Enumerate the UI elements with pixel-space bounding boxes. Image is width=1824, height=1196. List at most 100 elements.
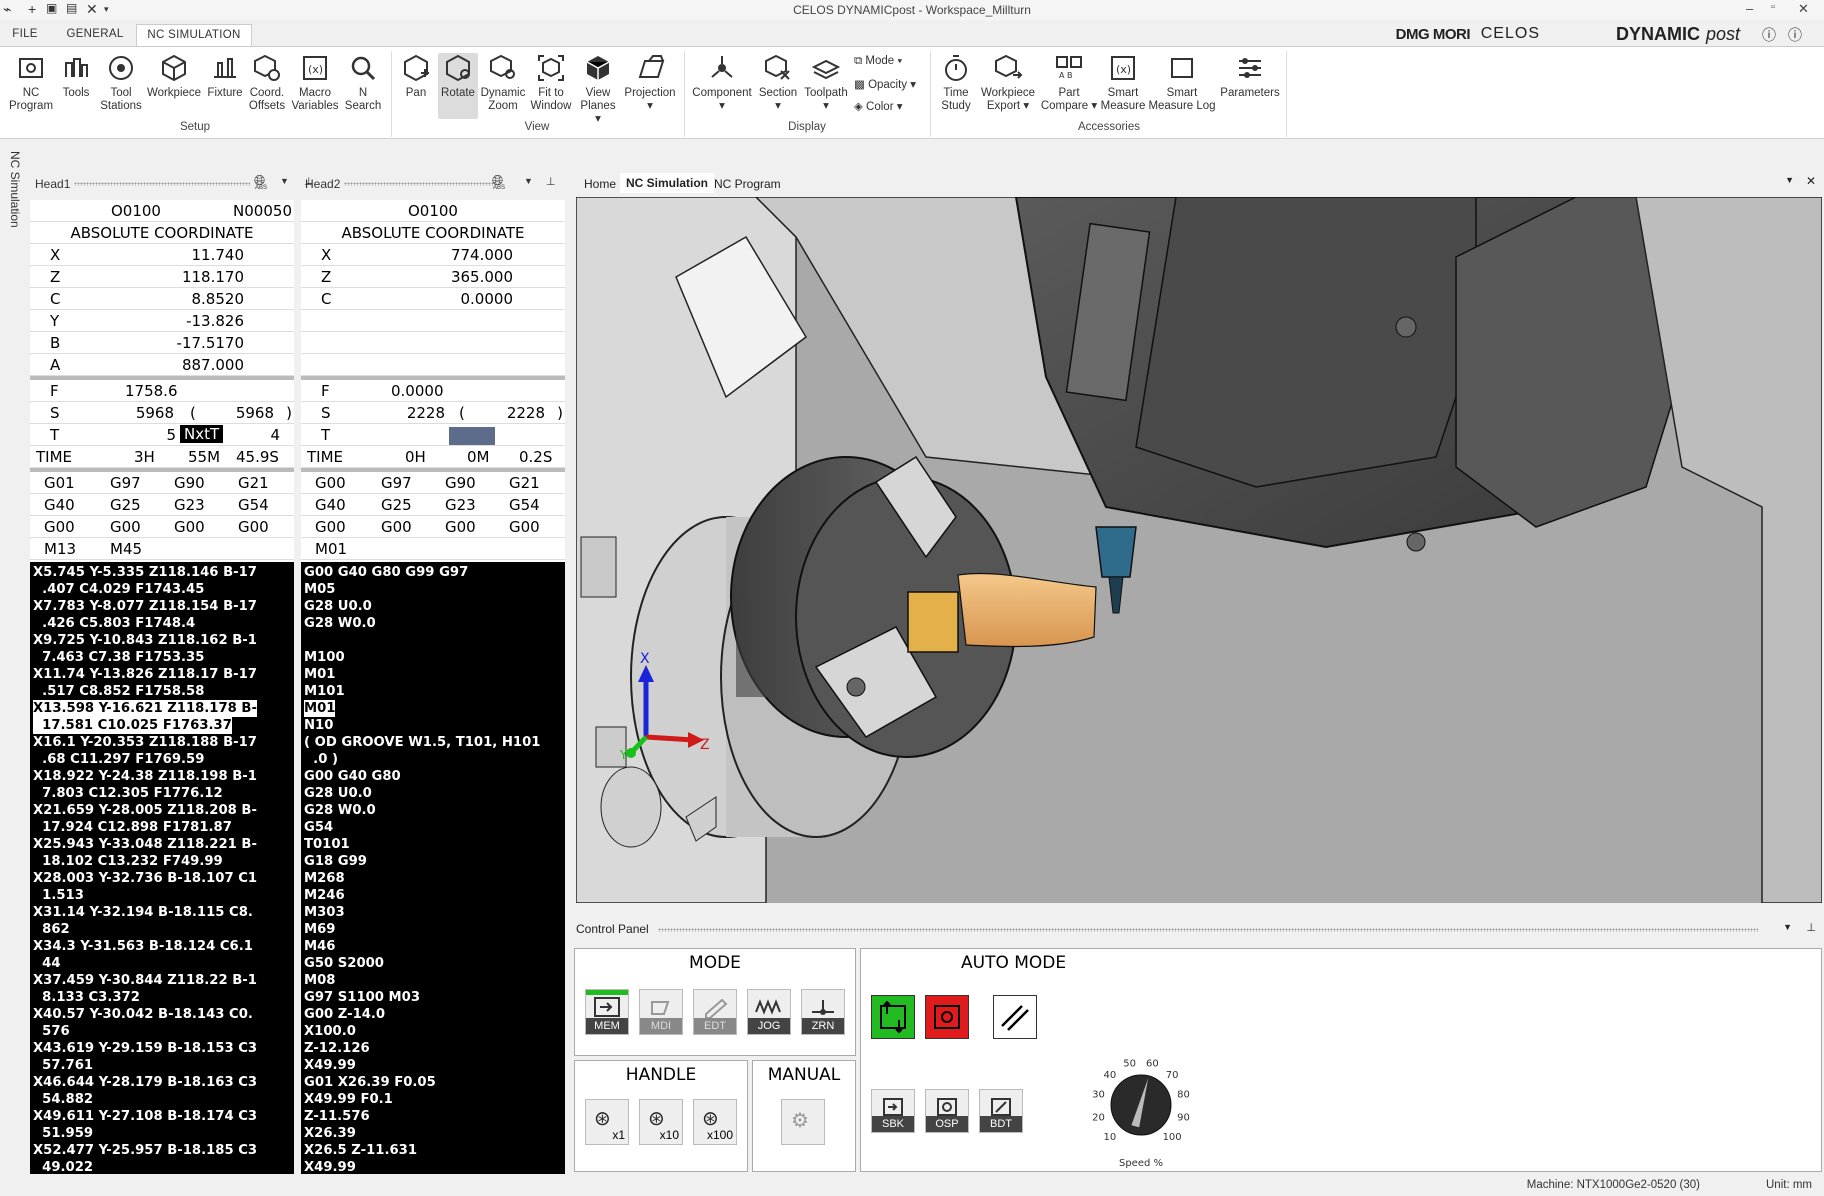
fixture-label: Fixture: [207, 87, 243, 99]
code-line-text: .517 C8.852 F1758.58: [33, 684, 205, 699]
n-search-button[interactable]: N Search: [342, 53, 384, 113]
osp-button[interactable]: OSP: [925, 1089, 969, 1133]
simulation-viewport[interactable]: X Z Y: [576, 197, 1822, 903]
gcode: G97: [381, 474, 412, 492]
code-line-text: M268: [304, 871, 345, 886]
help-icon[interactable]: ⓘ: [1762, 25, 1776, 45]
handle-x10-button[interactable]: ⊛ x10: [639, 1099, 683, 1145]
pin-icon[interactable]: ⊥: [546, 175, 556, 188]
workpiece-button[interactable]: Workpiece: [146, 53, 202, 100]
code-line-text: T0101: [304, 837, 350, 852]
mode-zrn-button[interactable]: ZRN: [801, 989, 845, 1035]
time-study-button[interactable]: Time Study: [936, 53, 976, 113]
code-line-text: 862: [33, 922, 70, 937]
tool-stations-icon: [109, 56, 133, 80]
tab-nc-simulation-view[interactable]: NC Simulation: [620, 173, 715, 193]
chevron-down-icon[interactable]: ▼: [280, 176, 289, 186]
mode-mdi-button[interactable]: MDI: [639, 989, 683, 1035]
rotate-button[interactable]: Rotate: [438, 53, 478, 119]
code-line-text: X21.659 Y-28.005 Z118.208 B-: [33, 803, 257, 818]
toolpath-button[interactable]: Toolpath ▾: [802, 53, 850, 113]
dial-tick-label: 80: [1177, 1090, 1190, 1101]
opacity-dropdown[interactable]: ▩ Opacity ▾: [854, 77, 916, 91]
handle-x100-button[interactable]: ⊛ x100: [693, 1099, 737, 1145]
restore-icon[interactable]: ▫: [1771, 1, 1775, 13]
code-line: Z-11.576: [304, 1108, 565, 1125]
mode-edt-button[interactable]: EDT: [693, 989, 737, 1035]
code-line: M01: [304, 700, 565, 717]
pan-button[interactable]: Pan: [396, 53, 436, 100]
drag-grip[interactable]: [74, 182, 250, 186]
axis-row: Z 118.170: [30, 266, 294, 288]
chevron-down-icon[interactable]: ▼: [1783, 922, 1792, 932]
coord-offsets-button[interactable]: Coord. Offsets: [246, 53, 288, 113]
sbk-button[interactable]: SBK: [871, 1089, 915, 1133]
section-button[interactable]: Section ▾: [756, 53, 800, 113]
mode-mem-button[interactable]: MEM: [585, 989, 629, 1035]
dynamic-zoom-button[interactable]: Dynamic Zoom: [480, 53, 526, 113]
mode-jog-button[interactable]: JOG: [747, 989, 791, 1035]
tool-row: T: [301, 424, 565, 446]
fit-to-window-button[interactable]: Fit to Window: [528, 53, 574, 113]
chevron-down-icon[interactable]: ▼: [524, 176, 533, 186]
tab-general[interactable]: GENERAL: [56, 24, 134, 46]
code-line: 54.882: [33, 1091, 294, 1108]
code-line: G54: [304, 819, 565, 836]
code-line-text: X52.477 Y-25.957 B-18.185 C3: [33, 1143, 258, 1158]
window-close-icon[interactable]: ✕: [1798, 1, 1809, 17]
parameters-button[interactable]: Parameters: [1218, 53, 1282, 100]
handle-label: x1: [612, 1128, 625, 1142]
code-line-text: G00 G40 G80: [304, 769, 401, 784]
dial-tick-label: 30: [1092, 1090, 1105, 1101]
side-tab-nc-simulation[interactable]: NC Simulation: [0, 145, 26, 1165]
workpiece-export-button[interactable]: Workpiece Export ▾: [978, 53, 1038, 113]
minimize-icon[interactable]: –: [1746, 1, 1753, 16]
code-line-text: X9.725 Y-10.843 Z118.162 B-1: [33, 633, 257, 648]
code-line: M08: [304, 972, 565, 989]
code-line: M268: [304, 870, 565, 887]
pin-icon[interactable]: ⊥: [1806, 921, 1816, 934]
head1-program-listing[interactable]: X5.745 Y-5.335 Z118.146 B-17 .407 C4.029…: [30, 562, 294, 1174]
tab-nc-simulation[interactable]: NC SIMULATION: [136, 24, 252, 46]
time-label: TIME: [36, 448, 73, 466]
nc-program-label: NC Program: [8, 87, 54, 112]
tab-home[interactable]: Home: [580, 175, 620, 193]
chevron-down-icon[interactable]: ▼: [1785, 175, 1794, 185]
tab-nc-program[interactable]: NC Program: [710, 175, 785, 193]
axis-y-label: Y: [619, 748, 628, 762]
info-icon[interactable]: ⓘ: [1788, 25, 1802, 45]
head1-title: Head1: [35, 177, 71, 191]
part-compare-button[interactable]: A B Part Compare ▾: [1040, 53, 1098, 113]
gcode: G21: [238, 474, 269, 492]
component-button[interactable]: Component ▾: [690, 53, 754, 113]
macro-variables-button[interactable]: (x) Macro Variables: [290, 53, 340, 113]
tool-stations-button[interactable]: Tool Stations: [98, 53, 144, 113]
mode-dropdown[interactable]: ⧉ Mode ▾: [854, 55, 902, 68]
fixture-button[interactable]: Fixture: [204, 53, 246, 100]
bdt-button[interactable]: BDT: [979, 1089, 1023, 1133]
speed-dial[interactable]: 10 20 30 40 50 60 70 80 90 100 Speed %: [1081, 1049, 1201, 1169]
view-planes-button[interactable]: View Planes ▾: [576, 53, 620, 126]
close-icon[interactable]: ✕: [1806, 174, 1816, 188]
abs-label: ABS: [255, 185, 268, 191]
handle-x1-button[interactable]: ⊛ x1: [585, 1099, 629, 1145]
color-dropdown[interactable]: ◈ Color ▾: [854, 99, 903, 113]
smart-measure-button[interactable]: (x) Smart Measure: [1100, 53, 1146, 113]
smart-measure-log-button[interactable]: Smart Measure Log: [1148, 53, 1216, 113]
head2-program-listing[interactable]: G00 G40 G80 G99 G97 M05 G28 U0.0 G28 W0.0 M…: [301, 562, 565, 1174]
drag-grip[interactable]: [344, 182, 494, 186]
control-panel-title: Control Panel: [576, 922, 649, 936]
code-line: X52.477 Y-25.957 B-18.185 C3: [33, 1142, 294, 1159]
projection-button[interactable]: Projection ▾: [622, 53, 678, 113]
drag-grip[interactable]: [658, 928, 1758, 932]
tab-file[interactable]: FILE: [0, 24, 50, 46]
nc-program-button[interactable]: NC Program: [6, 53, 56, 113]
dial-tick-label: 100: [1163, 1132, 1182, 1143]
reset-button[interactable]: [993, 995, 1037, 1039]
tools-button[interactable]: Tools: [58, 53, 94, 100]
feed-hold-button[interactable]: [925, 995, 969, 1039]
gcode: G00: [238, 518, 269, 536]
manual-button[interactable]: ⚙: [781, 1099, 825, 1145]
cycle-start-button[interactable]: [871, 995, 915, 1039]
gcode: G00: [381, 518, 412, 536]
